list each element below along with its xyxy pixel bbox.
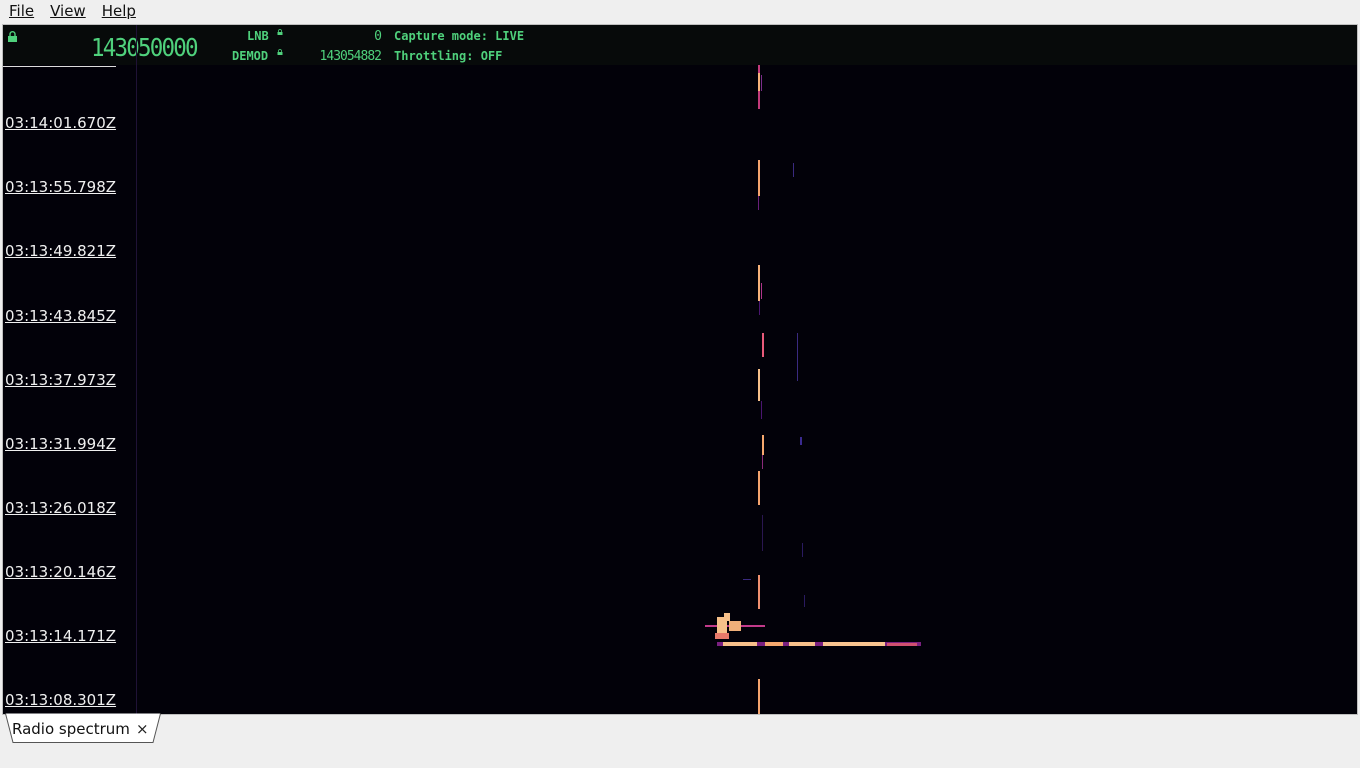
lnb-lock-icon[interactable] — [277, 29, 283, 35]
timestamp-label[interactable]: 03:13:14.171Z — [5, 628, 116, 645]
timestamp-label[interactable]: 03:13:43.845Z — [5, 308, 116, 325]
menu-help[interactable]: Help — [94, 0, 144, 22]
tuner-hud: 143050000 LNB 0 DEMOD 143054882 Capture … — [3, 25, 1357, 65]
demod-value[interactable]: 143054882 — [303, 49, 382, 64]
spectrum-panel: 143050000 LNB 0 DEMOD 143054882 Capture … — [2, 24, 1358, 715]
waterfall-left-edge — [136, 25, 137, 714]
demod-lock-icon[interactable] — [277, 49, 283, 55]
close-icon[interactable]: × — [136, 720, 149, 738]
menu-view[interactable]: View — [42, 0, 94, 22]
lnb-label: LNB — [247, 29, 269, 43]
menu-file[interactable]: File — [0, 0, 42, 22]
timestamp-label[interactable]: 03:13:55.798Z — [5, 179, 116, 196]
center-frequency[interactable]: 143050000 — [91, 33, 199, 63]
menu-view-label: View — [50, 2, 86, 20]
menu-bar: File View Help — [0, 0, 1360, 22]
timestamp-label[interactable]: 03:14:01.670Z — [5, 115, 116, 132]
capture-mode-status: Capture mode: LIVE — [394, 29, 525, 43]
timestamp-label[interactable]: 03:13:20.146Z — [5, 564, 116, 581]
waterfall-display[interactable] — [3, 65, 1357, 714]
timestamp-label[interactable]: 03:13:26.018Z — [5, 500, 116, 517]
tab-radio-spectrum[interactable]: Radio spectrum × — [5, 713, 161, 744]
lock-icon[interactable] — [7, 31, 18, 42]
throttling-status: Throttling: OFF — [394, 49, 503, 63]
demod-label: DEMOD — [232, 49, 269, 63]
timestamp-divider — [3, 66, 116, 67]
waterfall-signal-traces — [705, 65, 921, 714]
tab-label: Radio spectrum — [12, 720, 130, 738]
timestamp-label[interactable]: 03:13:49.821Z — [5, 243, 116, 260]
timestamp-label[interactable]: 03:13:37.973Z — [5, 372, 116, 389]
timestamp-label[interactable]: 03:13:31.994Z — [5, 436, 116, 453]
menu-help-label: Help — [101, 2, 136, 20]
lnb-value[interactable]: 0 — [333, 29, 382, 44]
menu-file-label: File — [9, 2, 35, 20]
timestamp-label[interactable]: 03:13:08.301Z — [5, 692, 116, 709]
